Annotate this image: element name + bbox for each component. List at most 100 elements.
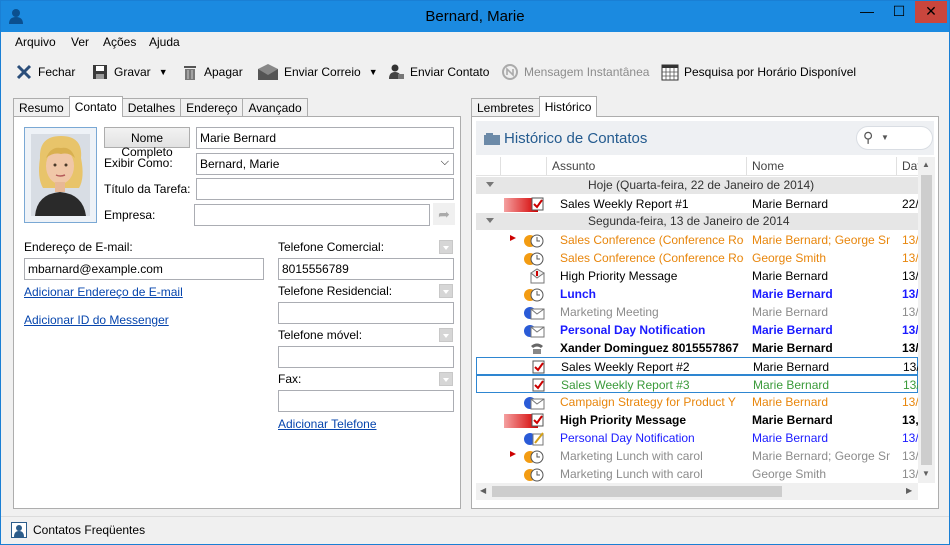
job-title-field[interactable] [196, 178, 454, 200]
row-name: Marie Bernard [753, 360, 830, 374]
tab-lembretes[interactable]: Lembretes [471, 98, 540, 117]
history-row[interactable]: Personal Day Notification Marie Bernard 13… [476, 429, 918, 447]
home-phone-field[interactable] [278, 302, 454, 324]
history-row[interactable]: Campaign Strategy for Product Y Marie Ber… [476, 393, 918, 411]
history-row[interactable]: Sales Conference (Conference Roc Marie Be… [476, 231, 918, 249]
history-row[interactable]: Sales Weekly Report #2 Marie Bernard 13/ [476, 357, 918, 375]
row-subject: Personal Day Notification [560, 431, 695, 445]
status-text[interactable]: Contatos Freqüentes [33, 523, 145, 537]
scroll-down-icon[interactable]: ▼ [922, 469, 930, 478]
add-email-link[interactable]: Adicionar Endereço de E-mail [24, 285, 183, 299]
instant-message-button[interactable]: Mensagem Instantânea [501, 62, 649, 82]
tab-resumo[interactable]: Resumo [13, 98, 70, 117]
maximize-button[interactable]: ☐ [883, 1, 915, 23]
tab-endereco[interactable]: Endereço [180, 98, 244, 117]
menu-arquivo[interactable]: Arquivo [15, 35, 56, 49]
row-subject: Marketing Lunch with carol [560, 449, 703, 463]
messenger-icon [502, 64, 518, 80]
email-field[interactable]: mbarnard@example.com [24, 258, 264, 280]
history-group-header[interactable]: Hoje (Quarta-feira, 22 de Janeiro de 201… [476, 177, 918, 194]
minimize-button[interactable]: — [851, 1, 883, 23]
free-busy-search-label: Pesquisa por Horário Disponível [684, 65, 857, 79]
horizontal-scrollbar[interactable]: ◀ ▶ [476, 483, 918, 500]
business-phone-dropdown-icon[interactable] [439, 240, 453, 254]
history-search-button[interactable]: ⚲ ▼ [856, 126, 933, 150]
history-row[interactable]: Lunch Marie Bernard 13/ [476, 285, 918, 303]
row-type-icon [504, 394, 556, 410]
free-busy-search-button[interactable]: Pesquisa por Horário Disponível [661, 62, 856, 82]
meeting-icon [524, 288, 544, 302]
instant-message-label: Mensagem Instantânea [524, 65, 650, 79]
full-name-button[interactable]: Nome Completo [104, 127, 190, 159]
fax-dropdown-icon[interactable] [439, 372, 453, 386]
send-mail-button[interactable]: Enviar Correio ▼ [257, 62, 378, 82]
history-group-header[interactable]: Segunda-feira, 13 de Janeiro de 2014 [476, 213, 918, 230]
history-title: Histórico de Contatos [504, 130, 648, 147]
scroll-left-icon[interactable]: ◀ [480, 486, 486, 495]
history-row[interactable]: Sales Weekly Report #3 Marie Bernard 13/ [476, 375, 918, 393]
row-type-icon [504, 322, 556, 338]
row-subject: Sales Conference (Conference Roc [560, 251, 744, 265]
save-button[interactable]: Gravar ▼ [91, 62, 168, 82]
column-name[interactable]: Nome [752, 159, 784, 173]
full-name-field[interactable]: Marie Bernard [196, 127, 454, 149]
history-row[interactable]: High Priority Message Marie Bernard 13, [476, 411, 918, 429]
fax-field[interactable] [278, 390, 454, 412]
search-dropdown-icon[interactable]: ▼ [881, 133, 889, 142]
phone-icon [531, 343, 543, 354]
chevron-down-icon[interactable]: ⌵ [441, 156, 449, 169]
display-as-select[interactable]: Bernard, Marie ⌵ [196, 153, 454, 175]
add-messenger-link[interactable]: Adicionar ID do Messenger [24, 313, 169, 327]
contact-photo[interactable] [24, 127, 97, 223]
left-tab-strip: Resumo Contato Detalhes Endereço Avançad… [13, 96, 308, 117]
menu-ajuda[interactable]: Ajuda [149, 35, 180, 49]
send-contact-button[interactable]: Enviar Contato [387, 62, 489, 82]
row-type-icon [504, 466, 556, 482]
tab-avancado[interactable]: Avançado [242, 98, 308, 117]
history-row[interactable]: Marketing Lunch with carol Marie Bernard;… [476, 447, 918, 465]
history-row[interactable]: Sales Conference (Conference Roc George S… [476, 249, 918, 267]
history-row[interactable]: Sales Weekly Report #1 Marie Bernard 22/ [476, 195, 918, 213]
row-date: 13/ [902, 305, 918, 319]
business-phone-field[interactable]: 8015556789 [278, 258, 454, 280]
mobile-phone-field[interactable] [278, 346, 454, 368]
delete-button[interactable]: Apagar [181, 62, 243, 82]
tab-contato[interactable]: Contato [68, 96, 123, 117]
scroll-right-icon[interactable]: ▶ [906, 486, 912, 495]
recurring-meeting-icon [510, 450, 544, 464]
menu-ver[interactable]: Ver [71, 35, 89, 49]
history-row[interactable]: Personal Day Notification Marie Bernard 13… [476, 321, 918, 339]
job-title-label: Título da Tarefa: [104, 182, 191, 196]
save-dropdown-arrow-icon[interactable]: ▼ [159, 67, 168, 77]
add-phone-link[interactable]: Adicionar Telefone [278, 417, 377, 431]
scroll-up-icon[interactable]: ▲ [922, 160, 930, 169]
row-date: 13/ [902, 431, 918, 445]
arrow-right-icon[interactable]: ➦ [433, 203, 455, 225]
company-field[interactable] [194, 204, 430, 226]
high-priority-mail-icon [530, 268, 545, 284]
mobile-phone-dropdown-icon[interactable] [439, 328, 453, 342]
title-bar[interactable]: Bernard, Marie — ☐ ✕ [1, 1, 949, 32]
send-mail-dropdown-arrow-icon[interactable]: ▼ [369, 67, 378, 77]
collapse-triangle-icon[interactable] [486, 182, 494, 187]
horizontal-scroll-thumb[interactable] [492, 486, 782, 497]
vertical-scroll-thumb[interactable] [921, 175, 932, 465]
business-phone-label: Telefone Comercial: [278, 240, 385, 254]
tab-detalhes[interactable]: Detalhes [121, 98, 182, 117]
menu-acoes[interactable]: Ações [103, 35, 136, 49]
history-row[interactable]: Xander Dominguez 8015557867 Marie Bernard… [476, 339, 918, 357]
close-window-button[interactable]: ✕ [915, 1, 947, 23]
row-date: 13, [902, 413, 918, 427]
search-icon: ⚲ [863, 129, 874, 145]
close-button[interactable]: Fechar [15, 62, 75, 82]
recurring-meeting-icon [510, 234, 544, 248]
collapse-triangle-icon[interactable] [486, 218, 494, 223]
menu-bar: Arquivo Ver Ações Ajuda [1, 32, 949, 53]
history-row[interactable]: Marketing Lunch with carol George Smith 13… [476, 465, 918, 483]
history-row[interactable]: Marketing Meeting Marie Bernard 13/ [476, 303, 918, 321]
column-subject[interactable]: Assunto [552, 159, 595, 173]
tab-historico[interactable]: Histórico [538, 96, 598, 117]
vertical-scrollbar[interactable]: ▲ ▼ [918, 157, 935, 483]
home-phone-dropdown-icon[interactable] [439, 284, 453, 298]
history-row[interactable]: High Priority Message Marie Bernard 13/ [476, 267, 918, 285]
